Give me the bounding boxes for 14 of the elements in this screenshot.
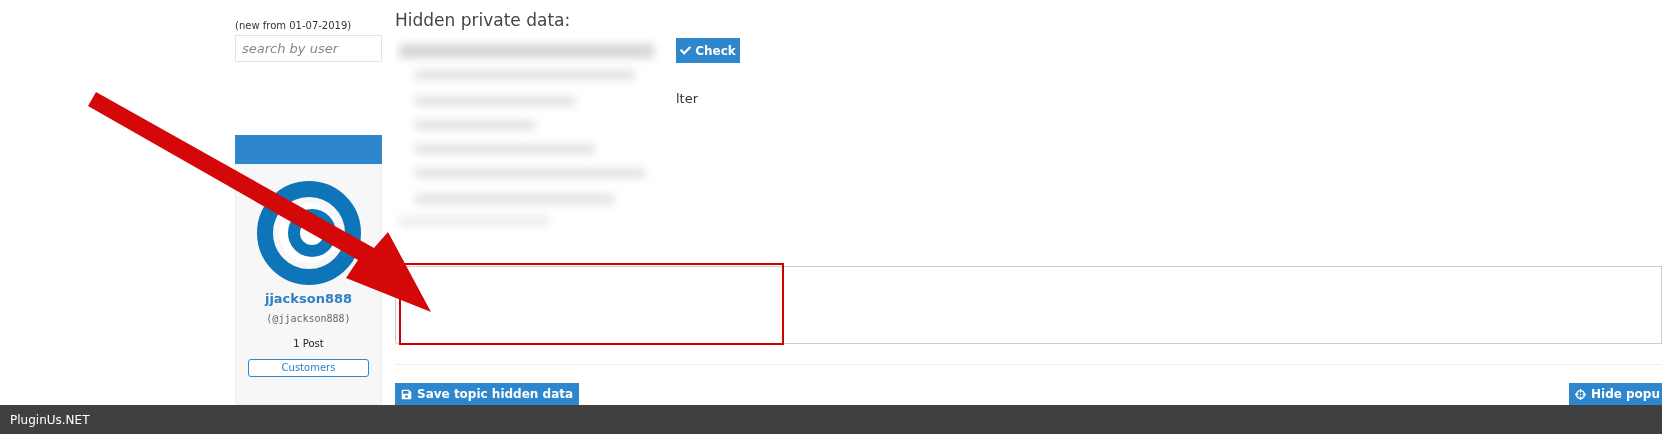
hide-popup-button[interactable]: Hide popu [1568,383,1662,405]
site-name: PluginUs.NET [10,411,90,429]
filter-note: (new from 01-07-2019) [235,20,353,32]
crosshair-icon [1574,388,1586,400]
user-name[interactable]: jjackson888 [264,289,353,309]
post-count: 1 Post [293,336,324,351]
user-handle: (@jjackson888) [266,311,351,326]
check-icon [680,45,692,56]
popup-title: Hidden private data: [395,10,572,30]
check-button[interactable]: Check [676,38,740,63]
save-button[interactable]: Save topic hidden data [395,383,580,405]
search-field[interactable]: search by user [235,35,382,62]
filter-label-fragment: lter [676,90,700,108]
customers-button[interactable]: Customers [248,358,369,377]
